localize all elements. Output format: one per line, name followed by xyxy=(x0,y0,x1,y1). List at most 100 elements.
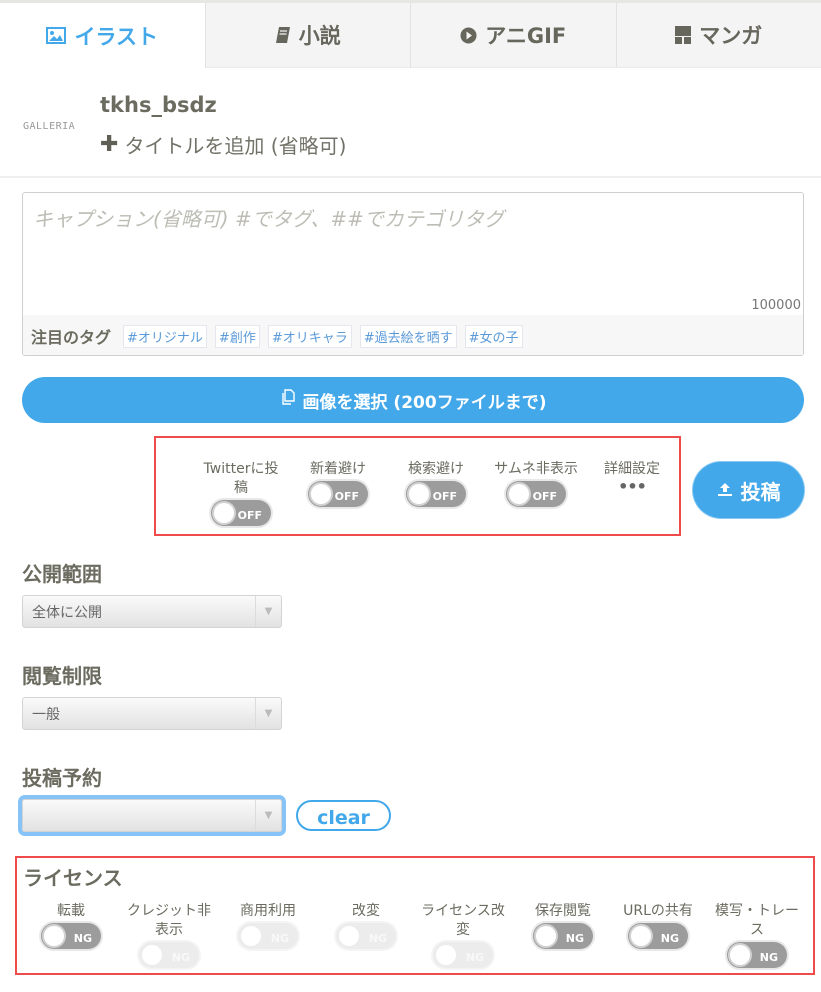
license-item-url-share: URLの共有 NG xyxy=(615,902,701,949)
twitter-toggle[interactable]: OFF xyxy=(211,500,271,526)
license-label: URLの共有 xyxy=(623,903,693,919)
new-avoid-toggle[interactable]: OFF xyxy=(308,481,368,507)
tab-manga[interactable]: マンガ xyxy=(615,3,821,68)
license-label: ライセンス改 xyxy=(421,903,505,919)
restriction-select[interactable]: 一般 ▼ xyxy=(22,697,282,730)
toggle-state: OFF xyxy=(334,490,359,503)
image-icon xyxy=(46,27,67,44)
option-label: 稿 xyxy=(234,480,248,496)
tag-chip[interactable]: #過去絵を晒す xyxy=(359,324,457,348)
toggle-knob xyxy=(509,484,529,504)
search-avoid-toggle[interactable]: OFF xyxy=(406,481,466,507)
tag-chip[interactable]: #女の子 xyxy=(464,324,523,348)
url-share-toggle[interactable]: NG xyxy=(628,923,688,949)
option-label: Twitterに投 xyxy=(203,461,279,477)
thumb-hide-toggle[interactable]: OFF xyxy=(506,481,566,507)
trace-toggle[interactable]: NG xyxy=(727,942,787,968)
add-title-button[interactable]: ✚ タイトルを追加 (省略可) xyxy=(100,130,346,159)
tab-label: イラスト xyxy=(74,24,159,49)
username: tkhs_bsdz xyxy=(100,93,217,117)
option-twitter: Twitterに投 稿 OFF xyxy=(196,460,286,526)
repost-toggle[interactable]: NG xyxy=(41,923,101,949)
featured-tags-label: 注目のタグ xyxy=(31,328,112,347)
chevron-down-icon: ▼ xyxy=(255,596,281,627)
manga-panels-icon xyxy=(675,26,692,44)
post-header: GALLERIA tkhs_bsdz ✚ タイトルを追加 (省略可) xyxy=(0,68,821,178)
galleria-logo: GALLERIA xyxy=(23,121,76,132)
license-label: ス xyxy=(750,922,764,938)
add-title-label: タイトルを追加 (省略可) xyxy=(124,134,347,158)
license-label: 改変 xyxy=(352,903,380,919)
modify-toggle[interactable]: NG xyxy=(336,923,396,949)
license-label: クレジット非 xyxy=(127,903,211,919)
license-label: 表示 xyxy=(155,922,183,938)
toggle-state: NG xyxy=(73,932,92,945)
tag-chip[interactable]: #オリジナル xyxy=(123,324,207,348)
more-dots-icon[interactable]: ••• xyxy=(618,477,647,496)
chevron-down-icon: ▼ xyxy=(255,698,281,729)
clear-schedule-button[interactable]: clear xyxy=(296,800,391,831)
toggle-knob xyxy=(536,926,556,946)
select-images-label: 画像を選択 (200ファイルまで) xyxy=(302,392,547,413)
select-images-button[interactable]: 画像を選択 (200ファイルまで) xyxy=(22,377,804,423)
post-button[interactable]: 投稿 xyxy=(693,462,804,518)
toggle-state: NG xyxy=(465,951,484,964)
restriction-title: 閲覧制限 xyxy=(22,664,102,688)
tab-illust[interactable]: イラスト xyxy=(0,3,205,68)
license-title: ライセンス xyxy=(23,866,123,890)
toggle-knob xyxy=(730,945,750,965)
license-item-modify: 改変 NG xyxy=(323,902,409,949)
toggle-knob xyxy=(436,945,456,965)
caption-input[interactable] xyxy=(23,193,803,315)
option-label: 新着避け xyxy=(310,461,366,477)
post-type-tabs: イラスト 小説 アニGIF マンガ xyxy=(0,0,821,68)
license-item-save-view: 保存閲覧 NG xyxy=(523,902,603,949)
tag-chip[interactable]: #オリキャラ xyxy=(267,324,352,348)
featured-tags: 注目のタグ #オリジナル #創作 #オリキャラ #過去絵を晒す #女の子 xyxy=(23,315,803,355)
option-search-avoid: 検索避け OFF xyxy=(394,460,478,507)
option-label: サムネ非表示 xyxy=(494,461,578,477)
option-label: 検索避け xyxy=(408,461,464,477)
commercial-toggle[interactable]: NG xyxy=(238,923,298,949)
tab-label: 小説 xyxy=(298,24,341,48)
toggle-knob xyxy=(631,926,651,946)
save-view-toggle[interactable]: NG xyxy=(533,923,593,949)
visibility-title: 公開範囲 xyxy=(22,562,102,586)
toggle-state: NG xyxy=(565,932,584,945)
char-count: 100000 xyxy=(751,298,801,313)
license-item-repost: 転載 NG xyxy=(35,902,107,949)
credit-hide-toggle[interactable]: NG xyxy=(139,942,199,968)
toggle-knob xyxy=(241,926,261,946)
toggle-state: OFF xyxy=(532,490,557,503)
license-item-commercial: 商用利用 NG xyxy=(225,902,311,949)
post-options: Twitterに投 稿 OFF 新着避け OFF 検索避け OFF サムネ非表示… xyxy=(154,436,681,536)
toggle-state: OFF xyxy=(237,509,262,522)
license-label: 変 xyxy=(456,922,470,938)
license-label: 商用利用 xyxy=(240,903,296,919)
license-item-trace: 模写・トレー ス NG xyxy=(705,902,809,968)
license-section: ライセンス 転載 NG クレジット非 表示 NG 商用利用 NG 改変 NG ラ… xyxy=(15,856,815,975)
chevron-down-icon: ▼ xyxy=(255,800,281,831)
post-label: 投稿 xyxy=(740,479,781,504)
tag-chip[interactable]: #創作 xyxy=(214,324,260,348)
license-label: 模写・トレー xyxy=(715,903,799,919)
copy-files-icon xyxy=(280,389,297,411)
toggle-state: NG xyxy=(368,932,387,945)
caption-box: 100000 注目のタグ #オリジナル #創作 #オリキャラ #過去絵を晒す #… xyxy=(22,192,804,356)
tab-label: アニGIF xyxy=(485,24,567,48)
schedule-select[interactable]: ▼ xyxy=(22,799,282,832)
license-label: 保存閲覧 xyxy=(535,903,591,919)
visibility-select[interactable]: 全体に公開 ▼ xyxy=(22,595,282,628)
tab-anigif[interactable]: アニGIF xyxy=(410,3,616,68)
tab-novel[interactable]: 小説 xyxy=(204,3,410,68)
license-label: 転載 xyxy=(57,903,85,919)
license-item-credit-hide: クレジット非 表示 NG xyxy=(117,902,221,968)
toggle-knob xyxy=(142,945,162,965)
toggle-state: NG xyxy=(660,932,679,945)
book-icon xyxy=(275,26,291,44)
option-details[interactable]: 詳細設定 ••• xyxy=(596,460,668,496)
toggle-knob xyxy=(214,503,234,523)
option-thumb-hide: サムネ非表示 OFF xyxy=(484,460,588,507)
license-change-toggle[interactable]: NG xyxy=(433,942,493,968)
toggle-knob xyxy=(339,926,359,946)
